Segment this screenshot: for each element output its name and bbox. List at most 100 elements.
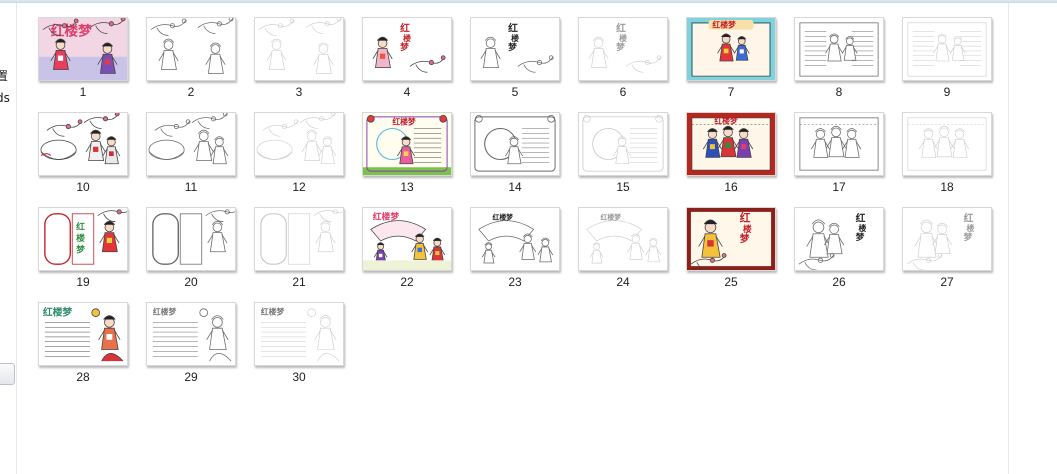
file-item[interactable]: 红楼梦 13 (361, 112, 469, 207)
nav-scroll-button[interactable] (0, 363, 15, 385)
color-frame-thumbnail[interactable]: 红楼梦 (38, 207, 128, 271)
nav-item-label[interactable]: 置 (0, 67, 8, 84)
file-item[interactable]: 红楼梦 5 (469, 17, 577, 112)
color-fan-thumbnail[interactable]: 红楼梦 (362, 207, 452, 271)
file-item[interactable]: 15 (577, 112, 685, 207)
file-name-label[interactable]: 2 (145, 85, 237, 99)
file-name-label[interactable]: 27 (901, 275, 993, 289)
file-name-label[interactable]: 18 (901, 180, 993, 194)
line-fan-thumbnail[interactable]: 红楼梦 (470, 207, 560, 271)
file-item[interactable]: 红楼梦 1 (37, 17, 145, 112)
file-item[interactable]: 红楼梦 25 (685, 207, 793, 302)
line-portrait-thumbnail[interactable]: 红楼梦 (794, 207, 884, 271)
nav-item-label[interactable]: ds (0, 91, 10, 105)
line-frame-thumbnail[interactable] (146, 207, 236, 271)
svg-text:红楼梦: 红楼梦 (601, 213, 622, 222)
file-item[interactable]: 红楼梦 30 (253, 302, 361, 397)
file-item[interactable]: 红楼梦 28 (37, 302, 145, 397)
file-item[interactable]: 21 (253, 207, 361, 302)
file-item[interactable]: 红楼梦 6 (577, 17, 685, 112)
file-view[interactable]: 红楼梦 1 2 3 红楼梦 4 红楼梦 5 红楼梦 6 红楼梦 7 8 9 10 11 12 红楼梦 13 14 15 红… (18, 3, 1008, 474)
file-item[interactable]: 红楼梦 4 (361, 17, 469, 112)
faint-lantern-thumbnail[interactable] (578, 112, 668, 176)
color-portrait-thumbnail[interactable]: 红楼梦 (686, 207, 776, 271)
calligraphy-line-thumbnail[interactable]: 红楼梦 (470, 17, 560, 81)
color-poster-thumbnail[interactable]: 红楼梦 (686, 17, 776, 81)
file-name-label[interactable]: 8 (793, 85, 885, 99)
file-name-label[interactable]: 23 (469, 275, 561, 289)
line-scene-thumbnail[interactable] (146, 112, 236, 176)
file-item[interactable]: 红楼梦 24 (577, 207, 685, 302)
file-name-label[interactable]: 6 (577, 85, 669, 99)
file-name-label[interactable]: 5 (469, 85, 561, 99)
file-name-label[interactable]: 7 (685, 85, 777, 99)
faint-group-thumbnail[interactable] (902, 112, 992, 176)
file-name-label[interactable]: 10 (37, 180, 129, 194)
file-name-label[interactable]: 19 (37, 275, 129, 289)
file-name-label[interactable]: 9 (901, 85, 993, 99)
file-name-label[interactable]: 21 (253, 275, 345, 289)
file-item[interactable]: 8 (793, 17, 901, 112)
color-group-thumbnail[interactable]: 红楼梦 (686, 112, 776, 176)
file-item[interactable]: 红楼梦 29 (145, 302, 253, 397)
file-name-label[interactable]: 24 (577, 275, 669, 289)
file-name-label[interactable]: 22 (361, 275, 453, 289)
faint-fan-thumbnail[interactable]: 红楼梦 (578, 207, 668, 271)
svg-text:红楼梦: 红楼梦 (51, 22, 92, 39)
file-item[interactable]: 2 (145, 17, 253, 112)
svg-text:梦: 梦 (508, 41, 517, 53)
file-item[interactable]: 红楼梦 27 (901, 207, 1009, 302)
color-cover-thumbnail[interactable]: 红楼梦 (38, 17, 128, 81)
color-lined-thumbnail[interactable]: 红楼梦 (38, 302, 128, 366)
faint-poster-thumbnail[interactable] (902, 17, 992, 81)
navigation-pane[interactable]: 置 ds (0, 3, 17, 474)
line-group-thumbnail[interactable] (794, 112, 884, 176)
file-item[interactable]: 18 (901, 112, 1009, 207)
file-name-label[interactable]: 25 (685, 275, 777, 289)
file-item[interactable]: 3 (253, 17, 361, 112)
file-name-label[interactable]: 4 (361, 85, 453, 99)
file-item[interactable]: 9 (901, 17, 1009, 112)
file-name-label[interactable]: 15 (577, 180, 669, 194)
file-item[interactable]: 红楼梦 23 (469, 207, 577, 302)
faint-lined-thumbnail[interactable]: 红楼梦 (254, 302, 344, 366)
faint-scene-thumbnail[interactable] (254, 112, 344, 176)
file-item[interactable]: 红楼梦 26 (793, 207, 901, 302)
file-item[interactable]: 17 (793, 112, 901, 207)
svg-text:红: 红 (856, 212, 866, 225)
file-item[interactable]: 20 (145, 207, 253, 302)
line-poster-thumbnail[interactable] (794, 17, 884, 81)
line-lantern-thumbnail[interactable] (470, 112, 560, 176)
file-name-label[interactable]: 13 (361, 180, 453, 194)
file-item[interactable]: 红楼梦 22 (361, 207, 469, 302)
file-name-label[interactable]: 26 (793, 275, 885, 289)
file-item[interactable]: 12 (253, 112, 361, 207)
file-item[interactable]: 14 (469, 112, 577, 207)
faint-frame-thumbnail[interactable] (254, 207, 344, 271)
file-name-label[interactable]: 16 (685, 180, 777, 194)
file-name-label[interactable]: 30 (253, 370, 345, 384)
file-name-label[interactable]: 29 (145, 370, 237, 384)
file-name-label[interactable]: 14 (469, 180, 561, 194)
file-item[interactable]: 10 (37, 112, 145, 207)
calligraphy-color-thumbnail[interactable]: 红楼梦 (362, 17, 452, 81)
file-name-label[interactable]: 17 (793, 180, 885, 194)
file-name-label[interactable]: 12 (253, 180, 345, 194)
file-item[interactable]: 红楼梦 19 (37, 207, 145, 302)
faint-calligraphy-thumbnail[interactable]: 红楼梦 (578, 17, 668, 81)
file-item[interactable]: 11 (145, 112, 253, 207)
file-name-label[interactable]: 20 (145, 275, 237, 289)
faint-line-drawing-thumbnail[interactable] (254, 17, 344, 81)
color-lantern-thumbnail[interactable]: 红楼梦 (362, 112, 452, 176)
faint-portrait-thumbnail[interactable]: 红楼梦 (902, 207, 992, 271)
file-name-label[interactable]: 28 (37, 370, 129, 384)
line-drawing-thumbnail[interactable] (146, 17, 236, 81)
color-scene-thumbnail[interactable] (38, 112, 128, 176)
pane-divider[interactable] (1008, 3, 1009, 474)
file-item[interactable]: 红楼梦 7 (685, 17, 793, 112)
file-name-label[interactable]: 1 (37, 85, 129, 99)
file-name-label[interactable]: 11 (145, 180, 237, 194)
file-item[interactable]: 红楼梦 16 (685, 112, 793, 207)
line-lined-thumbnail[interactable]: 红楼梦 (146, 302, 236, 366)
file-name-label[interactable]: 3 (253, 85, 345, 99)
